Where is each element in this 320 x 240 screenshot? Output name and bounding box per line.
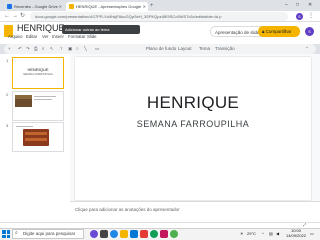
slide-thumbnail-1[interactable]: HENRIQUE SEMANA FARROUPILHA (12, 57, 64, 89)
task-view-icon[interactable] (100, 230, 108, 238)
thumb-title: HENRIQUE (27, 67, 49, 72)
store-icon[interactable] (130, 230, 138, 238)
text-box-icon[interactable]: T (60, 45, 62, 53)
speaker-notes[interactable]: Clique para adicionar as anotações do ap… (70, 201, 320, 222)
forward-button[interactable]: → (12, 12, 18, 21)
collapse-icon[interactable]: ⌃ (305, 45, 309, 53)
line-icon[interactable]: ╲ (84, 45, 87, 53)
browser-menu-icon[interactable]: ⋮ (308, 12, 314, 21)
slide-subtitle[interactable]: SEMANA FARROUPILHA (75, 119, 311, 129)
print-icon[interactable]: ⎙ (34, 45, 38, 53)
weather-icon[interactable]: ☀ (240, 231, 244, 236)
shape-icon[interactable]: ○ (76, 45, 79, 53)
close-tab-icon[interactable]: ✕ (143, 2, 146, 11)
menu-ver[interactable]: Ver (42, 34, 48, 39)
edge-icon[interactable] (110, 230, 118, 238)
slide-number: 3 (6, 123, 9, 128)
mail-icon[interactable] (140, 230, 148, 238)
theme-button[interactable]: Tema (199, 45, 210, 53)
slide-thumbnail-3[interactable] (12, 122, 64, 152)
redo-icon[interactable]: ↷ (26, 45, 30, 53)
transition-button[interactable]: Transição (215, 45, 235, 53)
url-input[interactable]: docs.google.com/presentation/d/17PR-Xu9h… (30, 12, 288, 21)
volume-icon[interactable]: ◀ (276, 231, 279, 236)
weather-temp[interactable]: 29°C (247, 231, 256, 236)
slide-number: 2 (6, 92, 9, 97)
tray-chevron-icon[interactable]: ^ (262, 231, 264, 236)
background-button[interactable]: Plano de fundo (146, 45, 176, 53)
doc-title[interactable]: HENRIQUE (17, 23, 65, 33)
thumb-photo-detail (25, 138, 47, 141)
menu-formatar[interactable]: Formatar (68, 34, 85, 39)
app-icon-2[interactable] (170, 230, 178, 238)
new-tab-button[interactable]: + (150, 2, 154, 11)
thumb-photo-detail (25, 132, 47, 135)
zoom-icon[interactable]: ⌕ (42, 45, 45, 53)
slides-icon (69, 4, 74, 10)
thumb-photo-detail (15, 95, 32, 99)
slide-title[interactable]: HENRIQUE (75, 93, 311, 113)
close-tab-icon[interactable]: ✕ (59, 2, 62, 11)
slide-thumbnail-2[interactable] (12, 91, 64, 121)
close-window-button[interactable]: ✕ (308, 0, 312, 10)
layout-button[interactable]: Layout (178, 45, 192, 53)
chrome-icon[interactable] (150, 230, 158, 238)
notifications-icon[interactable]: ▭ (310, 231, 314, 236)
minimize-button[interactable]: – (285, 0, 288, 10)
menu-editar[interactable]: Editar (26, 34, 37, 39)
select-icon[interactable]: ↖ (50, 45, 54, 53)
lock-icon: 🔒︎ (262, 29, 265, 34)
clock-date[interactable]: 14/09/2022 (284, 233, 308, 238)
thumb-text-line (34, 96, 56, 97)
profile-avatar[interactable]: S (296, 13, 303, 20)
tab-title: Recentes - Google Drive (14, 4, 58, 9)
menu-inserir[interactable]: Inserir (52, 34, 64, 39)
app-icon[interactable] (160, 230, 168, 238)
tooltip: Adicionar outras ao tema (62, 25, 140, 34)
thumb-subtitle: SEMANA FARROUPILHA (23, 73, 53, 76)
file-explorer-icon[interactable] (120, 230, 128, 238)
tab-title: HENRIQUE - Apresentações Google (76, 4, 142, 9)
add-slide-icon[interactable]: + (8, 45, 11, 53)
drive-icon (7, 4, 12, 10)
menu-slide[interactable]: Slide (87, 34, 97, 39)
thumb-text-line (16, 126, 33, 127)
tab-google-drive[interactable]: Recentes - Google Drive ✕ (4, 2, 64, 11)
user-avatar[interactable]: S (305, 27, 314, 36)
search-icon: ⌕ (15, 230, 18, 236)
windows-start-icon[interactable] (2, 230, 10, 238)
tab-presentation[interactable]: HENRIQUE - Apresentações Google ✕ (66, 2, 148, 11)
cortana-icon[interactable] (90, 230, 98, 238)
thumb-text-line (34, 99, 52, 100)
undo-icon[interactable]: ↶ (18, 45, 22, 53)
back-button[interactable]: ← (4, 12, 10, 21)
menu-arquivo[interactable]: Arquivo (8, 34, 23, 39)
taskbar-search[interactable]: Digite aqui para pesquisar (12, 229, 84, 239)
slide-number: 1 (6, 58, 9, 63)
image-icon[interactable]: ▣ (68, 45, 72, 53)
share-button[interactable]: 🔒︎ Compartilhar (258, 26, 300, 37)
expand-icon[interactable]: ⤢ (303, 222, 306, 227)
maximize-button[interactable]: □ (296, 0, 299, 10)
network-icon[interactable]: ▤ (269, 231, 273, 236)
reload-button[interactable]: ↻ (20, 12, 25, 21)
share-label: Compartilhar (265, 29, 292, 34)
comment-icon[interactable]: ▭ (95, 45, 99, 53)
